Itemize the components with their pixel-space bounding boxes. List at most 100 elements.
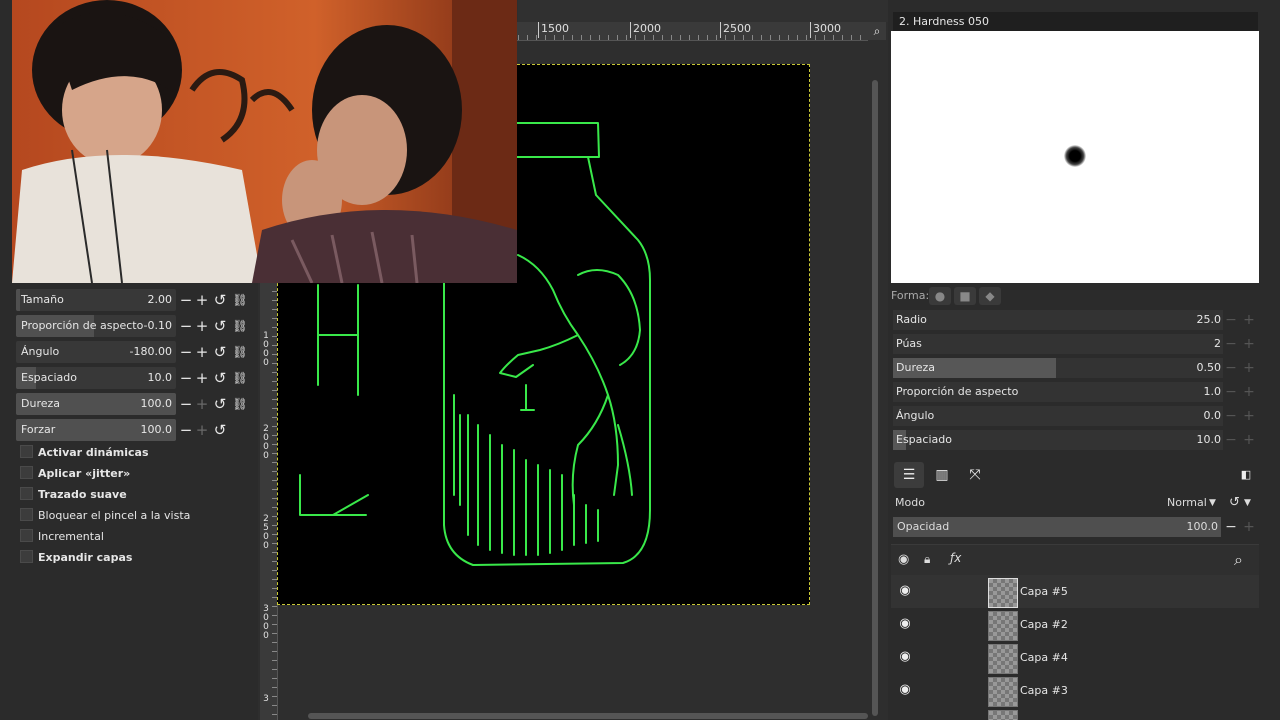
layer-row[interactable]: [891, 707, 1259, 720]
link-icon[interactable]: ⛓: [232, 344, 248, 360]
spikes-slider[interactable]: Púas 2: [893, 334, 1223, 354]
square-shape-icon[interactable]: ■: [954, 287, 976, 305]
minus-icon[interactable]: −: [1224, 334, 1238, 354]
minus-icon[interactable]: −: [178, 370, 194, 386]
brush-hardness-slider[interactable]: Dureza 0.50: [893, 358, 1223, 378]
size-slider[interactable]: Tamaño 2.00 − + ↺ ⛓: [16, 289, 248, 311]
plus-icon[interactable]: +: [1242, 310, 1256, 330]
plus-icon[interactable]: +: [194, 396, 210, 412]
circle-shape-icon[interactable]: ●: [929, 287, 951, 305]
hardness-slider[interactable]: Dureza 100.0 − + ↺ ⛓: [16, 393, 248, 415]
minus-icon[interactable]: −: [1224, 406, 1238, 426]
brush-spacing-slider[interactable]: Espaciado 10.0: [893, 430, 1223, 450]
checkbox-box[interactable]: [20, 550, 33, 563]
vertical-scrollbar[interactable]: [872, 80, 878, 716]
slider-track[interactable]: Dureza 100.0: [16, 393, 176, 415]
slider-value: -0.10: [143, 319, 172, 332]
plus-icon[interactable]: +: [1242, 382, 1256, 402]
layer-thumbnail: [988, 578, 1018, 608]
eye-icon[interactable]: ◉: [898, 552, 909, 567]
reset-icon[interactable]: ↺: [212, 344, 228, 360]
plus-icon[interactable]: +: [1242, 406, 1256, 426]
minus-icon[interactable]: −: [178, 318, 194, 334]
slider-track[interactable]: Forzar 100.0: [16, 419, 176, 441]
paths-tab-icon[interactable]: ⤧: [960, 462, 990, 488]
minus-icon[interactable]: −: [1224, 382, 1238, 402]
checkbox-box[interactable]: [20, 508, 33, 521]
slider-track[interactable]: Espaciado 10.0: [16, 367, 176, 389]
opacity-slider[interactable]: Opacidad 100.0: [893, 517, 1221, 537]
layer-row[interactable]: ◉ Capa #3: [891, 674, 1259, 707]
link-icon[interactable]: ⛓: [232, 292, 248, 308]
channels-tab-icon[interactable]: ▥: [927, 462, 957, 488]
minus-icon[interactable]: −: [178, 422, 194, 438]
angle-slider[interactable]: Ángulo -180.00 − + ↺ ⛓: [16, 341, 248, 363]
slider-label: Espaciado: [896, 433, 952, 446]
search-icon[interactable]: ⌕: [1234, 550, 1243, 570]
eye-icon[interactable]: ◉: [897, 682, 913, 698]
diamond-shape-icon[interactable]: ◆: [979, 287, 1001, 305]
plus-icon[interactable]: +: [1242, 358, 1256, 378]
reset-icon[interactable]: ↺: [212, 370, 228, 386]
dynamics-checkbox[interactable]: Activar dinámicas: [20, 444, 149, 462]
checkbox-box[interactable]: [20, 445, 33, 458]
reset-icon[interactable]: ↺: [212, 422, 228, 438]
plus-icon[interactable]: +: [1242, 430, 1256, 450]
horizontal-scrollbar[interactable]: [308, 713, 868, 719]
minus-icon[interactable]: −: [1224, 310, 1238, 330]
layer-row[interactable]: ◉ Capa #5: [891, 575, 1259, 608]
layer-row[interactable]: ◉ Capa #4: [891, 641, 1259, 674]
slider-track[interactable]: Proporción de aspecto -0.10: [16, 315, 176, 337]
reset-icon[interactable]: ↺: [212, 318, 228, 334]
lock-icon[interactable]: 🔒︎: [924, 552, 930, 567]
fx-icon[interactable]: ƒx: [950, 551, 961, 565]
slider-label: Ángulo: [21, 345, 60, 358]
plus-icon[interactable]: +: [194, 344, 210, 360]
checkbox-box[interactable]: [20, 466, 33, 479]
plus-icon[interactable]: +: [194, 318, 210, 334]
expand-layers-checkbox[interactable]: Expandir capas: [20, 549, 132, 567]
plus-icon[interactable]: +: [194, 370, 210, 386]
eye-icon[interactable]: ◉: [897, 616, 913, 632]
checkbox-box[interactable]: [20, 529, 33, 542]
plus-icon[interactable]: +: [1242, 334, 1256, 354]
plus-icon[interactable]: +: [194, 422, 210, 438]
brush-angle-slider[interactable]: Ángulo 0.0: [893, 406, 1223, 426]
mode-select[interactable]: Normal: [1167, 493, 1207, 513]
force-slider[interactable]: Forzar 100.0 − + ↺: [16, 419, 248, 441]
reset-icon[interactable]: ↺: [212, 396, 228, 412]
smooth-stroke-checkbox[interactable]: Trazado suave: [20, 486, 127, 504]
chevron-down-icon[interactable]: ▼: [1209, 493, 1216, 513]
link-icon[interactable]: ⛓: [232, 396, 248, 412]
reset-mode-icon[interactable]: ↺: [1229, 493, 1240, 513]
layer-row[interactable]: ◉ Capa #2: [891, 608, 1259, 641]
minus-icon[interactable]: −: [1224, 358, 1238, 378]
search-icon[interactable]: ⌕: [868, 22, 886, 40]
minus-icon[interactable]: −: [178, 344, 194, 360]
layer-name: Capa #2: [1020, 618, 1068, 631]
jitter-checkbox[interactable]: Aplicar «jitter»: [20, 465, 130, 483]
plus-icon[interactable]: +: [1242, 517, 1256, 537]
link-icon[interactable]: ⛓: [232, 318, 248, 334]
reset-icon[interactable]: ↺: [212, 292, 228, 308]
checkbox-box[interactable]: [20, 487, 33, 500]
eye-icon[interactable]: ◉: [897, 649, 913, 665]
brush-aspect-slider[interactable]: Proporción de aspecto 1.0: [893, 382, 1223, 402]
aspect-ratio-slider[interactable]: Proporción de aspecto -0.10 − + ↺ ⛓: [16, 315, 248, 337]
slider-track[interactable]: Ángulo -180.00: [16, 341, 176, 363]
slider-track[interactable]: Tamaño 2.00: [16, 289, 176, 311]
layers-tab-icon[interactable]: ☰: [894, 462, 924, 488]
minus-icon[interactable]: −: [178, 396, 194, 412]
chevron-down-icon[interactable]: ▼: [1244, 493, 1251, 513]
minus-icon[interactable]: −: [1224, 430, 1238, 450]
plus-icon[interactable]: +: [194, 292, 210, 308]
lock-brush-checkbox[interactable]: Bloquear el pincel a la vista: [20, 507, 190, 525]
minus-icon[interactable]: −: [178, 292, 194, 308]
spacing-slider[interactable]: Espaciado 10.0 − + ↺ ⛓: [16, 367, 248, 389]
eye-icon[interactable]: ◉: [897, 583, 913, 599]
minus-icon[interactable]: −: [1224, 517, 1238, 537]
incremental-checkbox[interactable]: Incremental: [20, 528, 104, 546]
link-icon[interactable]: ⛓: [232, 370, 248, 386]
dock-menu-icon[interactable]: ◧: [1236, 462, 1256, 488]
radius-slider[interactable]: Radio 25.0: [893, 310, 1223, 330]
